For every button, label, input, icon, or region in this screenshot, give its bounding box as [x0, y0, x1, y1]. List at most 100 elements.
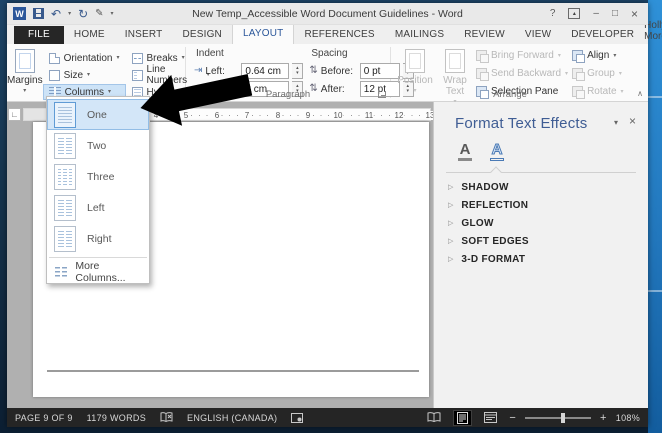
send-backward-button[interactable]: Send Backward ▾	[476, 65, 568, 82]
tab-view[interactable]: VIEW	[515, 26, 561, 44]
orientation-button[interactable]: Orientation ▾	[43, 50, 126, 66]
ribbon: Margins ▾ Orientation ▾ Size ▾ Columns ▾…	[7, 44, 648, 105]
tab-file[interactable]: FILE	[14, 26, 64, 44]
indent-left-input[interactable]: 0.64 cm	[241, 63, 290, 79]
minimize-button[interactable]: –	[593, 8, 599, 19]
zoom-out-button[interactable]: −	[509, 412, 516, 424]
margins-button[interactable]: Margins ▾	[7, 47, 43, 101]
page-setup-stack-1: Orientation ▾ Size ▾ Columns ▾	[42, 47, 126, 101]
right-column-icon	[54, 225, 76, 252]
close-button[interactable]: ×	[631, 7, 638, 21]
columns-option-left[interactable]: Left	[47, 192, 149, 223]
size-button[interactable]: Size ▾	[43, 67, 126, 83]
section-shadow[interactable]: ▷ SHADOW	[448, 178, 638, 196]
print-layout-button[interactable]	[453, 409, 473, 426]
quick-access-toolbar: W ↶ ▾ ↻ ✎ ▾	[7, 7, 114, 20]
page-horizontal-rule	[47, 370, 419, 372]
tab-stop-selector[interactable]: ∟	[8, 108, 21, 121]
spacing-before-icon: ⇅	[309, 65, 318, 76]
one-column-icon	[54, 101, 76, 128]
status-bar: PAGE 9 OF 9 1179 WORDS ENGLISH (CANADA)	[7, 408, 648, 427]
pane-separator	[446, 172, 636, 173]
read-mode-button[interactable]	[424, 411, 444, 424]
tab-references[interactable]: REFERENCES	[294, 26, 384, 44]
tab-design[interactable]: DESIGN	[172, 26, 232, 44]
undo-icon[interactable]: ↶	[51, 8, 61, 20]
section-reflection[interactable]: ▷ REFLECTION	[448, 196, 638, 214]
pane-options-icon[interactable]: ▾	[614, 118, 618, 127]
paragraph-dialog-launcher[interactable]	[378, 90, 386, 98]
section-3d-format[interactable]: ▷ 3-D FORMAT	[448, 250, 638, 268]
save-icon[interactable]	[33, 8, 44, 19]
text-effects-tab[interactable]: A	[484, 139, 510, 165]
macro-recording-icon[interactable]	[291, 412, 304, 423]
tab-review[interactable]: REVIEW	[454, 26, 515, 44]
text-fill-outline-tab[interactable]: A	[452, 139, 478, 165]
window-controls: ? ▴ – □ ×	[550, 7, 648, 21]
text-effects-icon: A	[491, 141, 503, 158]
align-button[interactable]: Align ▾	[572, 47, 623, 64]
columns-option-three[interactable]: Three	[47, 161, 149, 192]
indent-left-spinner[interactable]: ▴ ▾	[292, 63, 304, 79]
indent-header: Indent	[196, 48, 224, 59]
group-icon	[572, 68, 586, 81]
columns-option-one[interactable]: One	[47, 99, 149, 130]
section-glow[interactable]: ▷ GLOW	[448, 214, 638, 232]
group-button[interactable]: Group ▾	[572, 65, 623, 82]
margins-icon	[14, 49, 35, 73]
zoom-slider[interactable]	[525, 412, 592, 423]
text-fill-icon: A	[459, 141, 471, 158]
qat-customize-icon[interactable]: ▾	[111, 10, 114, 17]
tab-developer[interactable]: DEVELOPER	[561, 26, 644, 44]
chevron-down-icon: ▾	[116, 55, 120, 61]
chevron-down-icon: ▾	[565, 70, 569, 77]
word-logo-icon: W	[13, 7, 26, 20]
more-columns-item[interactable]: More Columns...	[47, 260, 149, 284]
title-bar: New Temp_Accessible Word Document Guidel…	[7, 3, 648, 25]
expand-icon: ▷	[448, 238, 454, 245]
maximize-button[interactable]: □	[612, 8, 618, 19]
zoom-in-button[interactable]: +	[600, 412, 607, 424]
touch-mode-icon[interactable]: ✎	[95, 8, 103, 20]
chevron-down-icon: ▾	[87, 72, 91, 78]
tab-insert[interactable]: INSERT	[115, 26, 173, 44]
menu-divider	[49, 257, 147, 258]
format-text-effects-pane: Format Text Effects ▾ × A A ▷ SHADOW ▷ R…	[433, 102, 648, 408]
chevron-down-icon: ▾	[613, 52, 617, 59]
web-layout-button[interactable]	[481, 411, 500, 424]
collapse-ribbon-button[interactable]: ∧	[637, 89, 643, 98]
expand-icon: ▷	[448, 220, 454, 227]
line-numbers-icon	[131, 69, 143, 81]
expand-icon: ▷	[448, 256, 454, 263]
redo-icon[interactable]: ↻	[78, 8, 88, 20]
size-icon	[48, 69, 60, 81]
ribbon-display-options-button[interactable]: ▴	[568, 8, 581, 19]
columns-option-two[interactable]: Two	[47, 130, 149, 161]
chevron-down-icon: ▾	[108, 89, 112, 95]
help-button[interactable]: ?	[550, 8, 556, 19]
desktop-right-strip	[648, 0, 662, 433]
bring-forward-icon	[476, 50, 489, 63]
left-column-icon	[54, 194, 76, 221]
word-count[interactable]: 1179 WORDS	[87, 413, 146, 423]
language-indicator[interactable]: ENGLISH (CANADA)	[187, 413, 277, 423]
chevron-down-icon: ▾	[557, 52, 561, 59]
ribbon-tab-row: FILE HOME INSERT DESIGN PAGE LAYOUT REFE…	[7, 13, 662, 44]
bring-forward-button[interactable]: Bring Forward ▾	[476, 47, 568, 64]
more-columns-icon	[55, 266, 68, 278]
pane-close-icon[interactable]: ×	[629, 114, 636, 128]
chevron-down-icon: ▾	[618, 70, 622, 77]
send-backward-icon	[476, 68, 489, 81]
page-indicator[interactable]: PAGE 9 OF 9	[15, 413, 73, 423]
section-soft-edges[interactable]: ▷ SOFT EDGES	[448, 232, 638, 250]
zoom-level[interactable]: 108%	[616, 413, 640, 423]
tab-mailings[interactable]: MAILINGS	[385, 26, 454, 44]
proofing-icon[interactable]	[160, 412, 173, 423]
arrange-group-label: Arrange	[493, 89, 527, 100]
columns-option-right[interactable]: Right	[47, 223, 149, 254]
orientation-icon	[48, 52, 60, 64]
undo-dropdown-icon[interactable]: ▾	[68, 10, 71, 17]
zoom-slider-thumb[interactable]	[561, 412, 566, 423]
tab-home[interactable]: HOME	[64, 26, 115, 44]
two-columns-icon	[54, 132, 76, 159]
